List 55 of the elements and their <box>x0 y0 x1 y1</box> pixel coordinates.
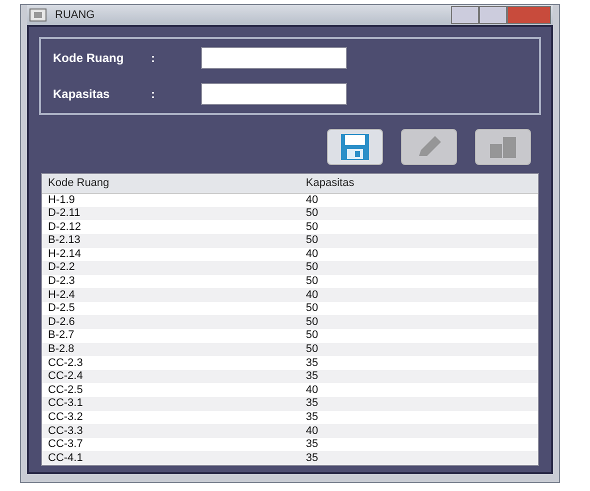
minimize-button[interactable] <box>451 6 479 24</box>
colon-label: : <box>151 50 156 68</box>
table-cell: 50 <box>300 302 538 316</box>
input-field[interactable] <box>201 83 347 106</box>
table-cell: 50 <box>300 315 538 330</box>
window-title: RUANG <box>55 8 95 23</box>
table-cell: CC-4.1 <box>42 451 300 465</box>
column-header: Kapasitas <box>300 174 538 194</box>
table-cell: 35 <box>300 410 538 424</box>
field-label: Kode Ruang <box>53 50 125 68</box>
maximize-button[interactable] <box>479 6 507 24</box>
table-cell: 50 <box>300 261 538 275</box>
table-cell: B-2.8 <box>42 342 300 356</box>
table-cell: 35 <box>300 451 538 465</box>
table-cell: CC-3.7 <box>42 438 300 452</box>
field-label: Kapasitas <box>53 86 111 104</box>
close-button[interactable] <box>507 6 551 24</box>
table-cell: 40 <box>300 248 538 262</box>
table-cell: 50 <box>300 234 538 248</box>
app-icon <box>29 8 47 22</box>
table-cell: 50 <box>300 329 538 343</box>
table-cell: CC-3.1 <box>42 397 300 411</box>
table-cell: 50 <box>300 206 538 220</box>
table-cell: 35 <box>300 397 538 411</box>
table-cell: 40 <box>300 193 538 207</box>
table-cell: CC-2.3 <box>42 356 300 370</box>
table-cell: D-2.6 <box>42 315 300 330</box>
table-cell: CC-3.2 <box>42 410 300 424</box>
table-cell: 35 <box>300 370 538 384</box>
table-cell: CC-2.4 <box>42 370 300 384</box>
table-cell: 50 <box>300 342 538 356</box>
input-field[interactable] <box>201 47 347 70</box>
column-header: Kode Ruang <box>42 174 300 194</box>
table-cell: H-1.9 <box>42 193 300 207</box>
table-cell: 35 <box>300 438 538 452</box>
table-cell: B-2.7 <box>42 329 300 343</box>
blocks-icon <box>488 135 518 160</box>
table-cell: H-2.4 <box>42 288 300 302</box>
table-cell: 50 <box>300 220 538 234</box>
save-button[interactable] <box>327 129 383 166</box>
table-cell: CC-2.5 <box>42 383 300 398</box>
table-cell: CC-3.3 <box>42 424 300 438</box>
table-cell: 50 <box>300 274 538 288</box>
table-cell: D-2.3 <box>42 274 300 288</box>
table-cell: D-2.5 <box>42 302 300 316</box>
table-cell: D-2.11 <box>42 206 300 220</box>
table-cell: D-2.2 <box>42 261 300 275</box>
colon-label: : <box>151 86 156 104</box>
table-cell: D-2.12 <box>42 220 300 234</box>
table-cell: 40 <box>300 288 538 302</box>
table-cell: 40 <box>300 383 538 398</box>
table-cell: B-2.13 <box>42 234 300 248</box>
table-cell: H-2.14 <box>42 248 300 262</box>
table-cell: 35 <box>300 356 538 370</box>
table-cell: 40 <box>300 424 538 438</box>
